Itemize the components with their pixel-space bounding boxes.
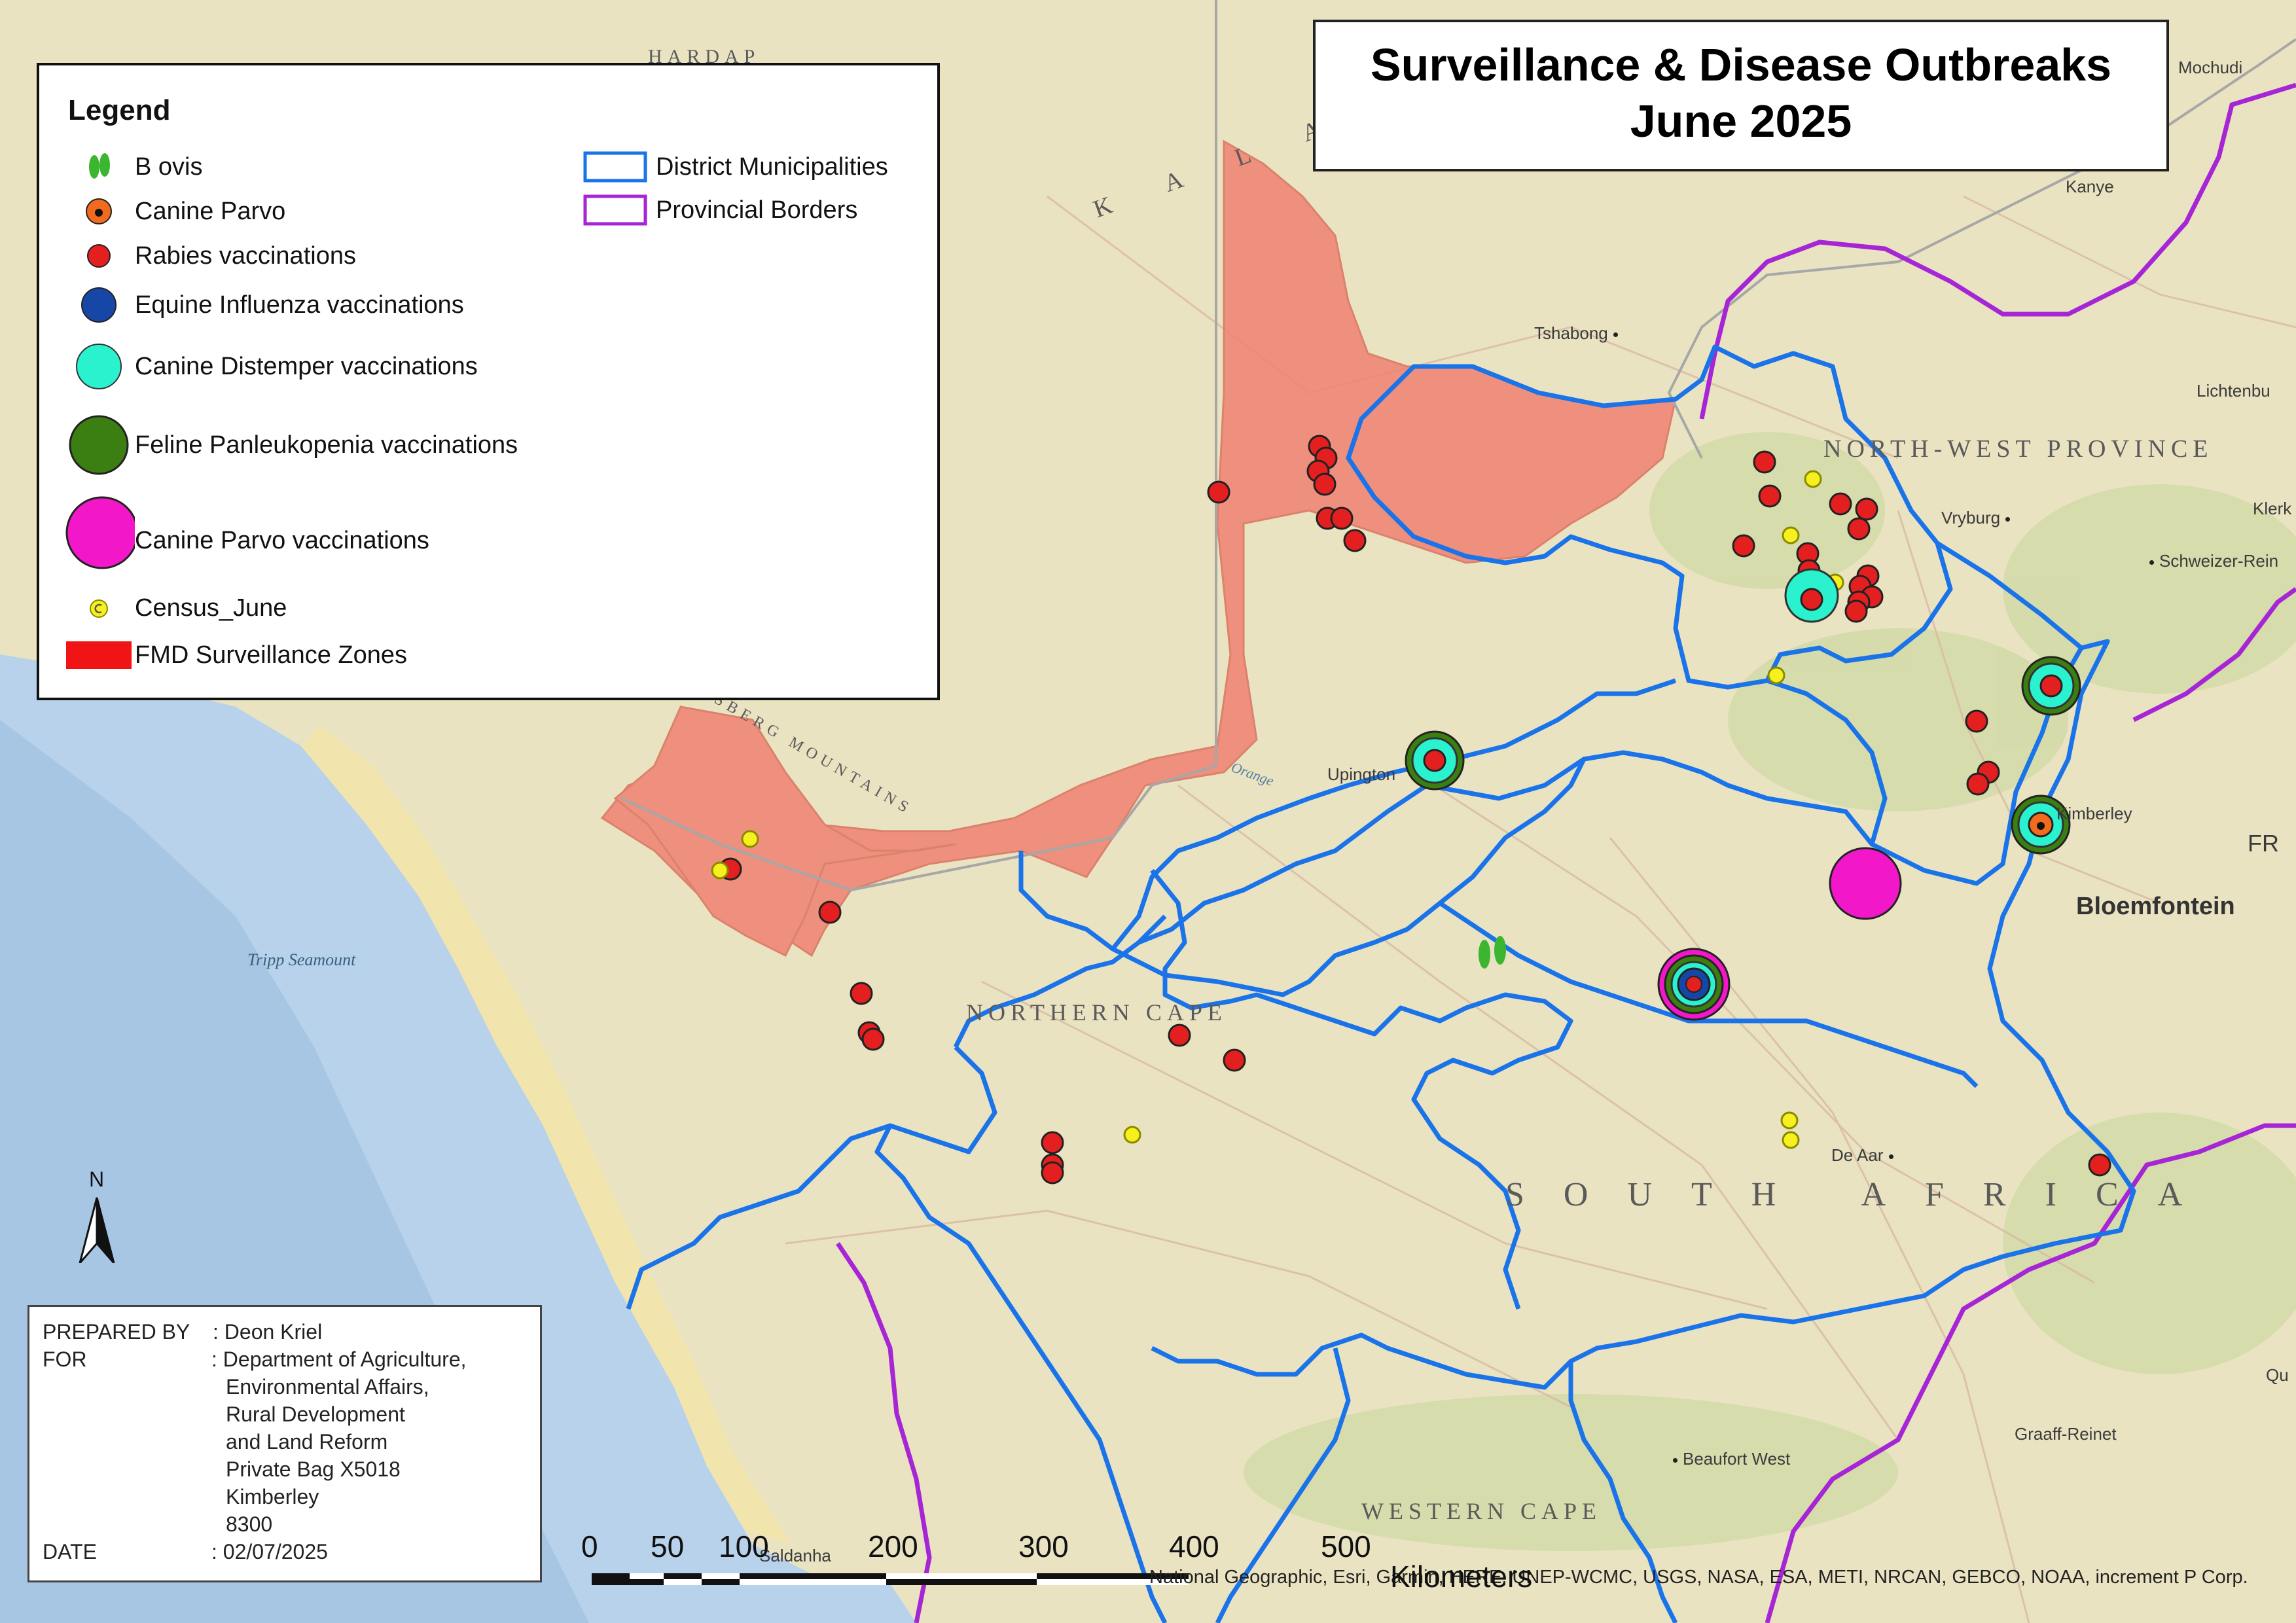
legend-label: Feline Panleukopenia vaccinations [135,431,518,459]
district-swatch [583,151,647,183]
north-arrow-icon [79,1197,115,1263]
legend-label: Canine Parvo [135,197,286,225]
legend-item-parvo-vacc: Canine Parvo vaccinations [63,493,429,572]
legend-label: Canine Distemper vaccinations [135,352,478,380]
scale-bar [592,1573,1189,1585]
place-label: Tshabong [1534,323,1618,344]
legend-item-districts: District Municipalities [583,151,888,183]
province-swatch [583,194,647,226]
place-label: Schweizer-Rein [2149,551,2278,571]
parvo-drop-icon [86,198,112,224]
region-label: NORTH-WEST PROVINCE [1823,435,2214,463]
legend-item-canine-parvo: Canine Parvo [63,195,285,228]
legend-label: B ovis [135,152,203,181]
scale-units: Kilometers [1390,1560,1533,1594]
blue-circle-icon [81,287,117,323]
map-subtitle: June 2025 [1630,96,1852,147]
date-value: : 02/07/2025 [211,1540,328,1563]
legend-label: FMD Surveillance Zones [135,641,408,669]
census-c-icon [90,599,108,618]
place-label: Mochudi [2178,58,2243,77]
date-key: DATE [43,1540,97,1563]
for-line: : Department of Agriculture, [211,1347,467,1371]
legend-label: Census_June [135,594,287,622]
place-label: Lichtenbu [2197,381,2270,401]
map-title-box: Surveillance & Disease Outbreaks June 20… [1313,20,2169,171]
water-label: Tripp Seamount [247,950,356,969]
legend-label: District Municipalities [656,152,888,181]
place-label: Vryburg [1941,508,2011,528]
parvo-vacc-marker [1829,847,1902,920]
place-label: Upington [1327,764,1396,784]
scale-tick: 200 [868,1529,918,1563]
map-title: Surveillance & Disease Outbreaks [1370,39,2112,90]
for-key: FOR [43,1347,87,1371]
scale-tick: 100 [719,1529,769,1563]
place-label: Saldanha [759,1546,831,1565]
place-label: Graaff-Reinet [2015,1424,2117,1444]
for-line: Rural Development [226,1402,405,1426]
legend-label: Provincial Borders [656,196,858,224]
legend-item-distemper: Canine Distemper vaccinations [63,340,478,393]
place-label: FR [2248,830,2279,857]
magenta-circle-icon [65,496,135,569]
legend-item-b-ovis: B ovis [63,151,202,183]
region-label: NORTHERN CAPE [966,999,1227,1026]
scale-tick: 300 [1018,1529,1069,1563]
map-attribution: National Geographic, Esri, Garmin, HERE,… [1149,1567,2248,1588]
place-label: De Aar [1831,1145,1893,1166]
for-line: Kimberley [226,1485,319,1508]
scale-tick: 500 [1321,1529,1371,1563]
legend-item-provinces: Provincial Borders [583,194,857,226]
region-label: WESTERN CAPE [1361,1498,1602,1524]
place-label: Klerk [2253,499,2292,518]
legend-item-rabies: Rabies vaccinations [63,240,356,272]
legend-item-equine: Equine Influenza vaccinations [63,285,464,325]
cyan-circle-icon [76,344,122,389]
for-line: Environmental Affairs, [226,1375,429,1399]
place-label: Bloemfontein [2076,893,2235,920]
place-label: Kimberley [2056,804,2132,823]
for-line: Private Bag X5018 [226,1457,401,1481]
region-label: SOUTH AFRICA [1505,1176,2222,1213]
place-label: Qu [2266,1365,2289,1385]
prepared-by-box: PREPARED BY : Deon Kriel FOR : Departmen… [27,1305,542,1582]
multi-marker [1657,948,1731,1021]
legend-label: Canine Parvo vaccinations [135,526,429,554]
legend-title: Legend [68,94,171,126]
legend-item-panleukopenia: Feline Panleukopenia vaccinations [63,412,518,478]
prepared-by-value: : Deon Kriel [213,1320,323,1344]
legend-panel: Legend B ovis Canine Parvo Rabies vaccin… [37,63,940,700]
hoof-icon [89,153,110,179]
scale-tick: 50 [651,1529,685,1563]
scale-tick: 400 [1169,1529,1219,1563]
scale-tick: 0 [581,1529,598,1563]
red-circle-icon [87,244,111,268]
legend-item-fmd: FMD Surveillance Zones [63,639,407,671]
legend-label: Rabies vaccinations [135,241,356,270]
legend-item-census: Census_June [63,594,287,622]
place-label: Beaufort West [1673,1449,1790,1469]
green-circle-icon [69,415,129,475]
fmd-zone-swatch [66,641,132,669]
for-line: and Land Reform [226,1430,388,1454]
place-label: Kanye [2066,177,2114,196]
legend-label: Equine Influenza vaccinations [135,291,464,319]
for-line: 8300 [226,1512,273,1536]
prepared-by-key: PREPARED BY [43,1320,190,1344]
